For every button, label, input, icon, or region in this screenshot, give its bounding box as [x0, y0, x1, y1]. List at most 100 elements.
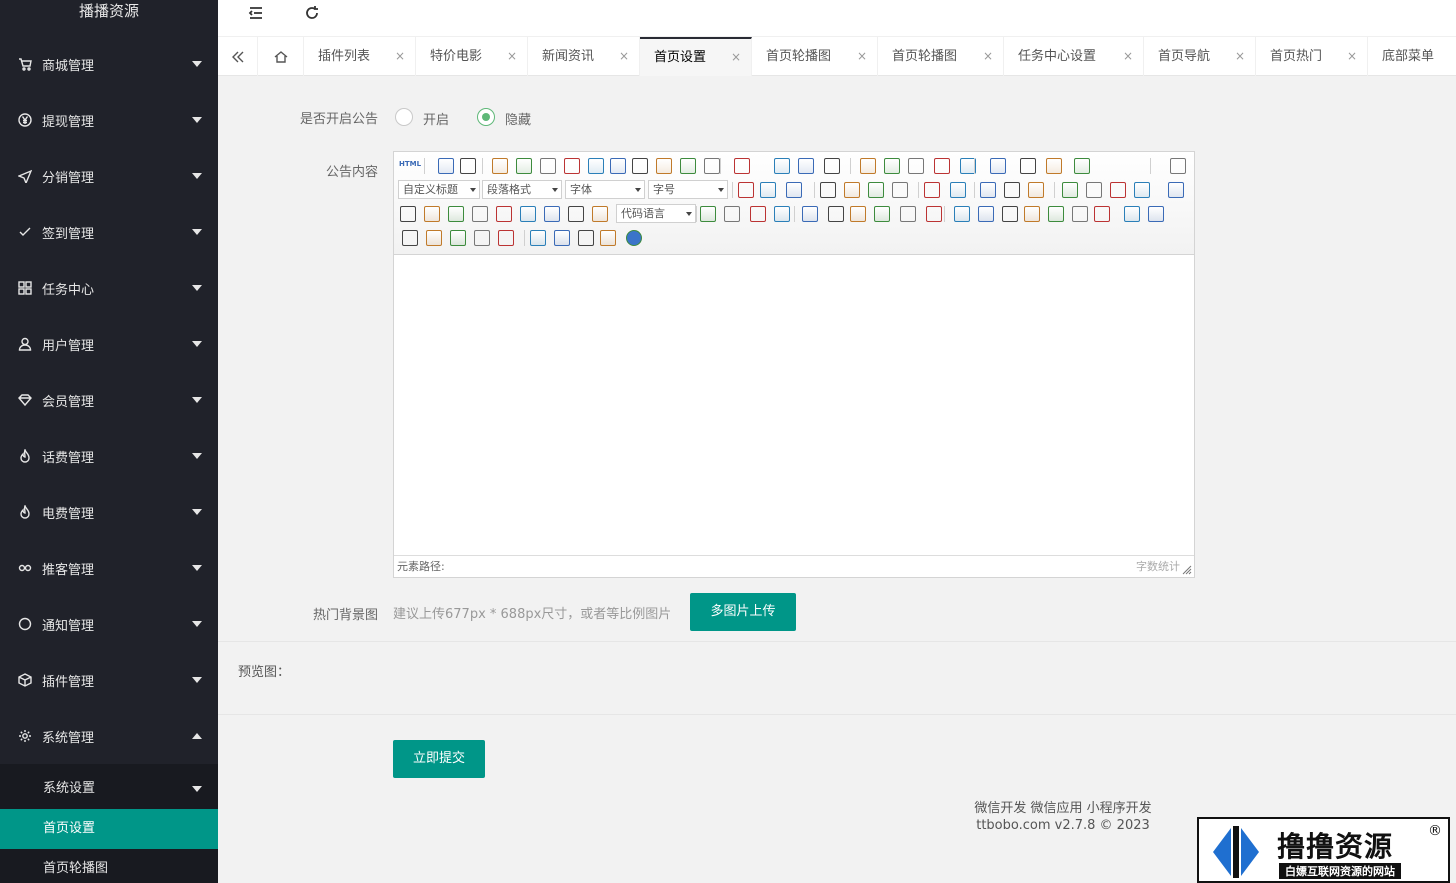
toolbar-button-icon[interactable]: [680, 158, 696, 174]
close-icon[interactable]: ×: [983, 37, 993, 76]
toolbar-button-icon[interactable]: [978, 206, 994, 222]
toolbar-button-icon[interactable]: [934, 158, 950, 174]
toolbar-button-icon[interactable]: [1086, 182, 1102, 198]
sidebar-item-users[interactable]: 用户管理: [0, 316, 218, 372]
toolbar-button-icon[interactable]: [884, 158, 900, 174]
close-icon[interactable]: ×: [507, 37, 517, 76]
toolbar-button-icon[interactable]: [734, 158, 750, 174]
toolbar-button-icon[interactable]: [924, 182, 940, 198]
toolbar-button-icon[interactable]: [1094, 206, 1110, 222]
toolbar-button-icon[interactable]: [1004, 182, 1020, 198]
toolbar-button-icon[interactable]: [578, 230, 594, 246]
toolbar-button-icon[interactable]: [588, 158, 604, 174]
sidebar-item-notifications[interactable]: 通知管理: [0, 596, 218, 652]
toolbar-button-icon[interactable]: [402, 230, 418, 246]
toolbar-button-icon[interactable]: [980, 182, 996, 198]
toolbar-button-icon[interactable]: [472, 206, 488, 222]
toolbar-button-icon[interactable]: [868, 182, 884, 198]
toolbar-button-icon[interactable]: [874, 206, 890, 222]
toolbar-button-icon[interactable]: [1024, 206, 1040, 222]
toolbar-button-icon[interactable]: [1168, 182, 1184, 198]
sidebar-item-members[interactable]: 会员管理: [0, 372, 218, 428]
toolbar-button-icon[interactable]: [704, 158, 720, 174]
toolbar-button-icon[interactable]: [760, 182, 776, 198]
submenu-item-system-settings[interactable]: 系统设置: [0, 769, 218, 809]
sidebar-item-distribution[interactable]: 分销管理: [0, 148, 218, 204]
toolbar-button-icon[interactable]: [950, 182, 966, 198]
toolbar-button-icon[interactable]: [1170, 158, 1186, 174]
toolbar-button-icon[interactable]: [400, 206, 416, 222]
toolbar-button-icon[interactable]: [1148, 206, 1164, 222]
tab-news[interactable]: 新闻资讯 ×: [528, 37, 640, 76]
menu-fold-icon[interactable]: [247, 4, 265, 22]
toolbar-button-icon[interactable]: [592, 206, 608, 222]
close-icon[interactable]: ×: [1123, 37, 1133, 76]
radio-notice-off[interactable]: [477, 108, 495, 126]
toolbar-button-icon[interactable]: [492, 158, 508, 174]
tab-home-hot[interactable]: 首页热门 ×: [1256, 37, 1368, 76]
toolbar-button-icon[interactable]: [450, 230, 466, 246]
sidebar-item-phone-bill[interactable]: 话费管理: [0, 428, 218, 484]
html-source-button[interactable]: HTML: [399, 160, 421, 168]
toolbar-button-icon[interactable]: [1020, 158, 1036, 174]
tab-home-nav[interactable]: 首页导航 ×: [1144, 37, 1256, 76]
toolbar-button-icon[interactable]: [564, 158, 580, 174]
toolbar-button-icon[interactable]: [1028, 182, 1044, 198]
toolbar-button-icon[interactable]: [520, 206, 536, 222]
sidebar-item-mall[interactable]: 商城管理: [0, 36, 218, 92]
toolbar-button-icon[interactable]: [1134, 182, 1150, 198]
tab-scroll-left-button[interactable]: [218, 37, 258, 76]
font-size-select[interactable]: 字号: [648, 180, 728, 199]
toolbar-button-icon[interactable]: [626, 230, 642, 246]
toolbar-button-icon[interactable]: [774, 158, 790, 174]
toolbar-button-icon[interactable]: [1002, 206, 1018, 222]
sidebar-item-system[interactable]: 系统管理: [0, 708, 218, 764]
toolbar-button-icon[interactable]: [844, 182, 860, 198]
editor-content-area[interactable]: [394, 255, 1194, 555]
toolbar-button-icon[interactable]: [824, 158, 840, 174]
tab-bottom-menu[interactable]: 底部菜单: [1368, 37, 1456, 76]
resize-handle-icon[interactable]: [1182, 565, 1192, 575]
toolbar-button-icon[interactable]: [438, 158, 454, 174]
custom-heading-select[interactable]: 自定义标题: [398, 180, 480, 199]
submenu-item-home-carousel[interactable]: 首页轮播图: [0, 849, 218, 883]
toolbar-button-icon[interactable]: [1046, 158, 1062, 174]
tab-home[interactable]: [258, 37, 304, 76]
close-icon[interactable]: ×: [731, 39, 741, 76]
sidebar-item-plugins[interactable]: 插件管理: [0, 652, 218, 708]
close-icon[interactable]: ×: [1347, 37, 1357, 76]
toolbar-button-icon[interactable]: [516, 158, 532, 174]
sidebar-item-tasks[interactable]: 任务中心: [0, 260, 218, 316]
toolbar-button-icon[interactable]: [700, 206, 716, 222]
tab-plugin-list[interactable]: 插件列表 ×: [304, 37, 416, 76]
toolbar-button-icon[interactable]: [426, 230, 442, 246]
toolbar-button-icon[interactable]: [738, 182, 754, 198]
toolbar-button-icon[interactable]: [900, 206, 916, 222]
toolbar-button-icon[interactable]: [1124, 206, 1140, 222]
close-icon[interactable]: ×: [1235, 37, 1245, 76]
toolbar-button-icon[interactable]: [1110, 182, 1126, 198]
toolbar-button-icon[interactable]: [424, 206, 440, 222]
toolbar-button-icon[interactable]: [568, 206, 584, 222]
toolbar-button-icon[interactable]: [892, 182, 908, 198]
toolbar-button-icon[interactable]: [544, 206, 560, 222]
sidebar-item-electric-bill[interactable]: 电费管理: [0, 484, 218, 540]
toolbar-button-icon[interactable]: [496, 206, 512, 222]
toolbar-button-icon[interactable]: [820, 182, 836, 198]
toolbar-button-icon[interactable]: [860, 158, 876, 174]
toolbar-button-icon[interactable]: [724, 206, 740, 222]
toolbar-button-icon[interactable]: [460, 158, 476, 174]
refresh-icon[interactable]: [303, 4, 321, 22]
close-icon[interactable]: ×: [619, 37, 629, 76]
toolbar-button-icon[interactable]: [1072, 206, 1088, 222]
tab-home-carousel[interactable]: 首页轮播图 ×: [752, 37, 878, 76]
toolbar-button-icon[interactable]: [610, 158, 626, 174]
toolbar-button-icon[interactable]: [850, 206, 866, 222]
close-icon[interactable]: ×: [857, 37, 867, 76]
sidebar-item-promoters[interactable]: 推客管理: [0, 540, 218, 596]
toolbar-button-icon[interactable]: [600, 230, 616, 246]
toolbar-button-icon[interactable]: [656, 158, 672, 174]
tab-home-settings[interactable]: 首页设置 ×: [640, 37, 752, 76]
radio-notice-on[interactable]: [395, 108, 413, 126]
toolbar-button-icon[interactable]: [1074, 158, 1090, 174]
